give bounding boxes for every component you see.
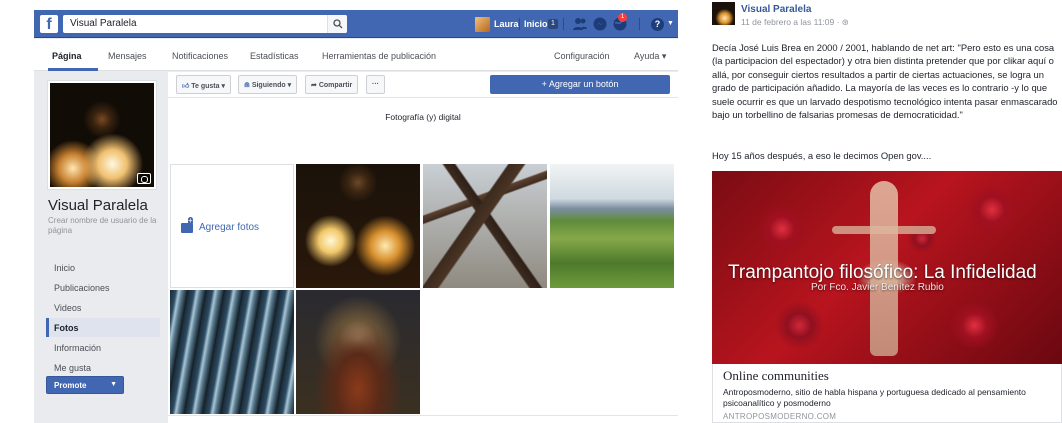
link-domain: ANTROPOSMODERNO.COM: [723, 412, 837, 421]
add-photos-label: Agregar fotos: [199, 222, 260, 233]
tab-herramientas[interactable]: Herramientas de publicación: [322, 51, 436, 61]
profile-photo: [50, 83, 154, 187]
main-content: 👍︎ Te gusta ▾ ⋒ Siguiendo ▾ ➦ Compartir …: [168, 72, 678, 423]
tab-configuracion[interactable]: Configuración: [554, 51, 610, 61]
top-bar: f Visual Paralela Laura Inicio 1 1 ? ▼: [34, 10, 678, 38]
photo-thumbnail[interactable]: [550, 164, 674, 288]
add-button-cta[interactable]: + Agregar un botón: [490, 75, 670, 94]
action-bar: 👍︎ Te gusta ▾ ⋒ Siguiendo ▾ ➦ Compartir …: [168, 72, 678, 98]
side-nav-me-gusta[interactable]: Me gusta: [46, 358, 160, 377]
chevron-down-icon[interactable]: ▼: [667, 20, 674, 27]
tab-notificaciones[interactable]: Notificaciones: [172, 51, 228, 61]
like-button[interactable]: 👍︎ Te gusta ▾: [176, 75, 231, 94]
photo-thumbnail[interactable]: [296, 164, 420, 288]
cover-area: Fotografía (y) digital: [168, 98, 678, 163]
post-body: Decía José Luis Brea en 2000 / 2001, hab…: [712, 42, 1058, 121]
side-nav-inicio[interactable]: Inicio: [46, 258, 160, 277]
search-button[interactable]: [327, 15, 347, 33]
home-link[interactable]: Inicio: [524, 19, 548, 29]
share-arrow-icon: ➦: [311, 82, 319, 89]
tab-mensajes[interactable]: Mensajes: [108, 51, 147, 61]
link-image-subtitle: Por Fco. Javier Benítez Rubio: [811, 282, 944, 293]
side-nav-videos[interactable]: Videos: [46, 298, 160, 317]
post-timestamp[interactable]: 11 de febrero a las 11:09 · ⊛: [741, 17, 849, 28]
rss-icon: ⋒: [244, 82, 252, 89]
link-description: Antroposmoderno, sitio de habla hispana …: [723, 387, 1026, 408]
photo-thumbnail[interactable]: [296, 290, 420, 414]
user-avatar[interactable]: [475, 17, 490, 32]
like-label: Te gusta ▾: [191, 83, 225, 90]
link-headline: Online communities: [723, 368, 829, 383]
thumbs-up-icon: 👍︎: [182, 83, 192, 90]
tab-estadisticas[interactable]: Estadísticas: [250, 51, 299, 61]
post-body-followup: Hoy 15 años después, a eso le decimos Op…: [712, 150, 932, 161]
promote-button[interactable]: Promote ▼: [46, 376, 124, 394]
add-photos-tile[interactable]: Agregar fotos: [170, 164, 294, 288]
side-nav-informacion[interactable]: Información: [46, 338, 160, 357]
left-column: Visual Paralela Crear nombre de usuario …: [34, 72, 168, 423]
chevron-down-icon: ▼: [110, 381, 117, 388]
cover-caption: Fotografía (y) digital: [385, 112, 461, 122]
help-icon[interactable]: ?: [651, 18, 664, 31]
post-author-link[interactable]: Visual Paralela: [741, 4, 811, 15]
side-nav-fotos[interactable]: Fotos: [46, 318, 160, 337]
notifications-count-badge: 1: [618, 13, 627, 22]
active-tab-indicator: [48, 68, 98, 71]
photo-thumbnail[interactable]: [170, 290, 294, 414]
search-icon: [333, 19, 343, 29]
camera-icon[interactable]: [137, 173, 151, 184]
share-button[interactable]: ➦ Compartir: [305, 75, 359, 94]
tab-ayuda[interactable]: Ayuda ▾: [634, 51, 666, 62]
user-name-link[interactable]: Laura: [494, 19, 519, 29]
link-preview-footer[interactable]: Online communities Antroposmoderno, siti…: [712, 364, 1062, 423]
divider: [519, 18, 520, 30]
share-label: Compartir: [318, 82, 353, 89]
screenshot: f Visual Paralela Laura Inicio 1 1 ? ▼ P…: [0, 0, 1062, 423]
more-button[interactable]: ···: [366, 75, 385, 94]
side-nav-publicaciones[interactable]: Publicaciones: [46, 278, 160, 297]
add-photo-icon: [181, 217, 193, 233]
profile-picture[interactable]: [47, 80, 157, 190]
feed-post: Visual Paralela 11 de febrero a las 11:0…: [712, 0, 1062, 423]
search-value: Visual Paralela: [70, 18, 137, 29]
photo-thumbnail[interactable]: [423, 164, 547, 288]
facebook-page-window: f Visual Paralela Laura Inicio 1 1 ? ▼ P…: [34, 10, 678, 423]
photo-grid: Agregar fotos: [168, 163, 678, 423]
page-title[interactable]: Visual Paralela: [48, 197, 148, 214]
link-preview-image[interactable]: Trampantojo filosófico: La Infidelidad P…: [712, 171, 1062, 364]
search-input[interactable]: Visual Paralela: [63, 15, 347, 33]
promote-label: Promote: [54, 381, 87, 390]
home-count-badge: 1: [548, 19, 558, 29]
post-author-avatar[interactable]: [712, 2, 735, 25]
friend-requests-icon[interactable]: [572, 16, 588, 32]
username-hint-link[interactable]: Crear nombre de usuario de la página: [48, 216, 166, 236]
bottom-strip: [168, 415, 678, 423]
page-tabs: Página Mensajes Notificaciones Estadísti…: [34, 39, 678, 71]
divider: [563, 18, 564, 30]
following-button[interactable]: ⋒ Siguiendo ▾: [238, 75, 298, 94]
link-image-title: Trampantojo filosófico: La Infidelidad: [728, 262, 1037, 283]
facebook-logo-icon[interactable]: f: [40, 15, 58, 33]
following-label: Siguiendo ▾: [251, 82, 292, 89]
tab-pagina[interactable]: Página: [52, 51, 82, 61]
messages-icon[interactable]: [592, 16, 608, 32]
divider: [639, 18, 640, 30]
